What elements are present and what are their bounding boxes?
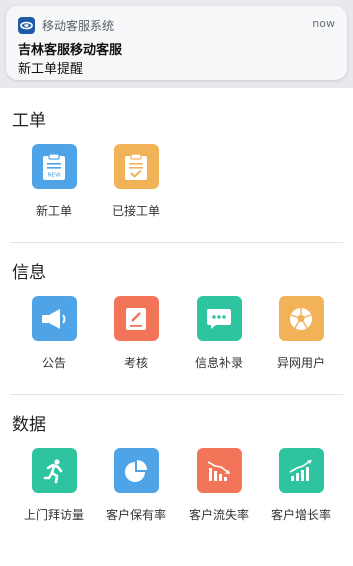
home-visits-button[interactable]: 上门拜访量 [13,448,95,528]
section-title-information: 信息 [12,263,46,283]
notification-body: 新工单提醒 [18,62,84,77]
network-ball-icon [278,296,324,341]
assessment-button[interactable]: 考核 [95,296,177,376]
tile-label: 客户保有率 [105,508,166,522]
new-clipboard-icon: NEW [31,144,77,189]
tile-label: 考核 [123,356,148,370]
info-supplement-button[interactable]: 信息补录 [178,296,260,376]
running-person-icon [31,448,77,493]
tile-label: 新工单 [35,204,72,218]
customer-growth-button[interactable]: 客户增长率 [260,448,342,528]
tile-label: 已接工单 [111,204,160,218]
svg-text:NEW: NEW [47,172,61,178]
new-work-order-button[interactable]: NEW 新工单 [13,144,95,224]
notification-area: 移动客服系统 now 吉林客服移动客服 新工单提醒 [0,0,353,88]
customer-retention-button[interactable]: 客户保有率 [95,448,177,528]
app-page: 移动客服系统 now 吉林客服移动客服 新工单提醒 工单 NEW 新工单 已接工… [0,0,353,566]
edit-note-icon [113,296,159,341]
customer-churn-button[interactable]: 客户流失率 [178,448,260,528]
tile-label: 客户流失率 [188,508,249,522]
notification-title: 吉林客服移动客服 [18,43,123,58]
accepted-work-orders-button[interactable]: 已接工单 [95,144,177,224]
section-divider [10,242,343,243]
section-divider [10,394,343,395]
app-logo-icon [18,17,35,34]
tile-label: 上门拜访量 [23,508,84,522]
announcement-button[interactable]: 公告 [13,296,95,376]
tile-label: 公告 [41,356,66,370]
other-network-users-button[interactable]: 异网用户 [260,296,342,376]
rising-bars-icon [278,448,324,493]
tile-label: 异网用户 [276,356,325,370]
chat-bubble-icon [196,296,242,341]
tile-label: 信息补录 [194,356,243,370]
declining-bars-icon [196,448,242,493]
megaphone-icon [31,296,77,341]
notification-app-name: 移动客服系统 [42,19,115,33]
notification-time: now [312,17,335,30]
pie-chart-icon [113,448,159,493]
section-title-work-orders: 工单 [12,111,46,131]
notification-card[interactable]: 移动客服系统 now 吉林客服移动客服 新工单提醒 [6,6,347,80]
tile-label: 客户增长率 [270,508,331,522]
checked-clipboard-icon [113,144,159,189]
section-title-data: 数据 [12,415,46,435]
